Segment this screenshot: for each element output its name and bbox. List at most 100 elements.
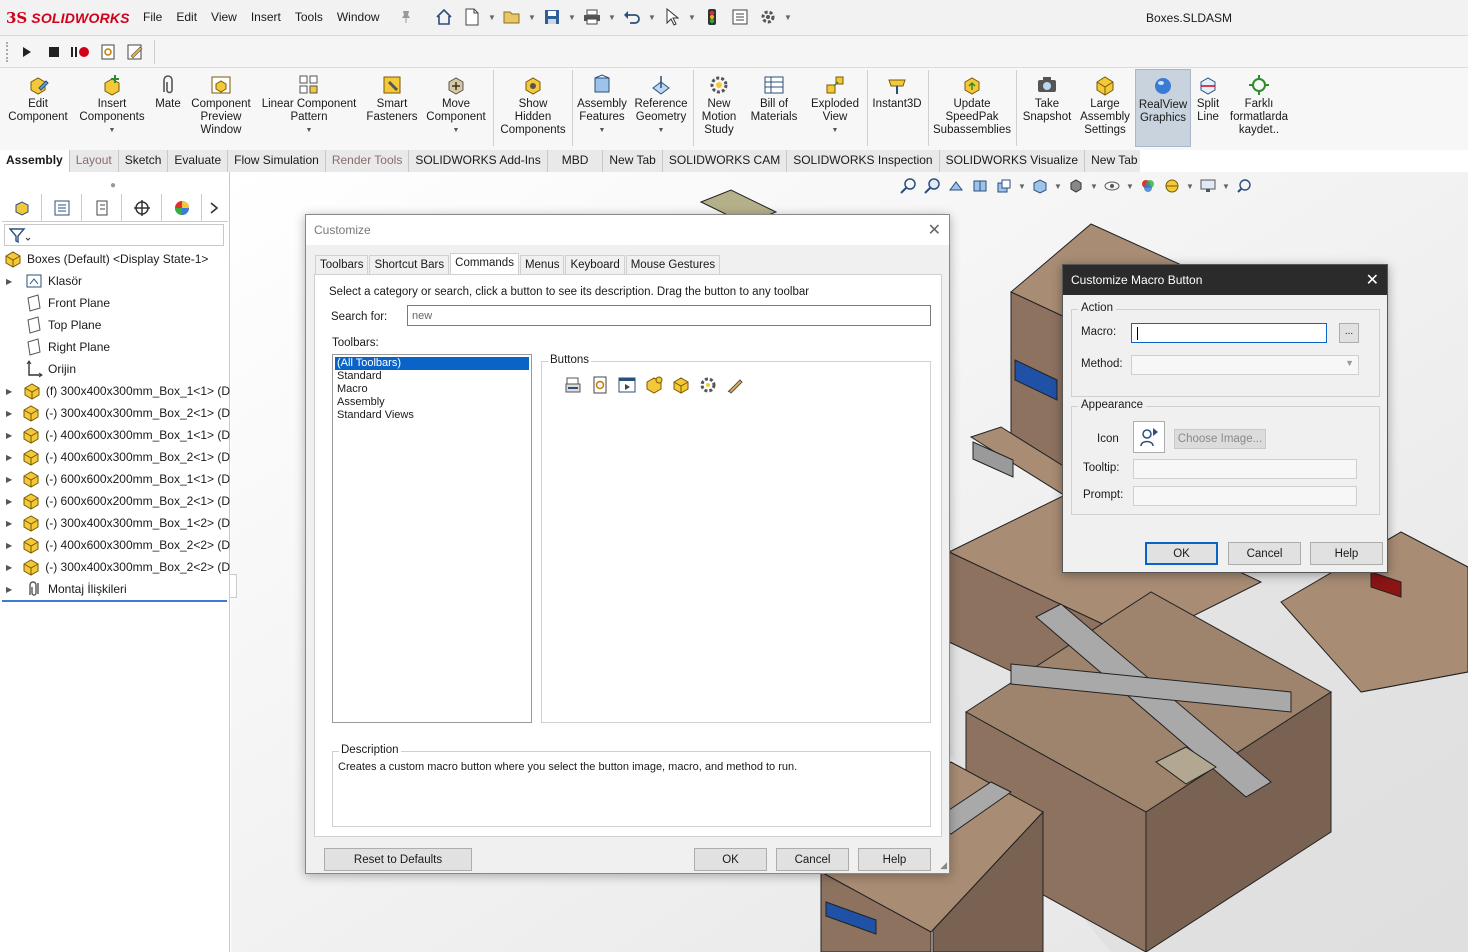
tab-assembly[interactable]: Assembly [0,150,70,172]
macro-icon-preview-button[interactable] [1133,421,1165,453]
new-motion-study-icon[interactable] [697,374,719,396]
chevron-down-icon[interactable]: ▼ [1222,182,1230,191]
list-item[interactable]: Standard Views [335,409,529,422]
chevron-down-icon[interactable]: ▼ [576,124,628,137]
menu-file[interactable]: File [143,10,162,24]
expand-arrow-icon[interactable]: ▶ [6,563,15,572]
undo-icon[interactable] [620,5,644,29]
panel-splitter-grip[interactable] [229,574,237,598]
menu-view[interactable]: View [211,10,237,24]
help-button[interactable]: Help [858,848,931,871]
stop-macro-icon[interactable] [43,41,65,63]
exploded-view-button[interactable]: Exploded View ▼ [806,72,864,137]
apply-scene-icon[interactable] [1162,176,1182,196]
menu-insert[interactable]: Insert [251,10,281,24]
customize-title-bar[interactable]: Customize ✕ [306,215,949,245]
configuration-manager-tab-icon[interactable] [82,194,122,222]
tree-root-assembly[interactable]: Boxes (Default) <Display State-1> [0,248,230,270]
chevron-down-icon[interactable]: ▼ [632,124,690,137]
edit-macro-icon[interactable] [124,41,146,63]
tab-render-tools[interactable]: Render Tools [325,150,410,172]
pin-icon[interactable] [400,10,412,27]
take-snapshot-button[interactable]: Take Snapshot [1020,72,1074,124]
feature-tree-tab-icon[interactable] [2,194,42,222]
expand-arrow-icon[interactable]: ▶ [6,585,18,594]
tree-item[interactable]: ▶ Montaj İlişkileri [0,578,230,600]
chevron-down-icon[interactable]: ▼ [1126,182,1134,191]
chevron-down-icon[interactable]: ▼ [1018,182,1026,191]
display-manager-tab-icon[interactable] [162,194,202,222]
assembly-features-button[interactable]: Assembly Features ▼ [576,72,628,137]
tab-evaluate[interactable]: Evaluate [168,150,229,172]
tree-item[interactable]: Right Plane [0,336,230,358]
toolbars-list[interactable]: (All Toolbars) Standard Macro Assembly S… [332,354,532,723]
tree-item[interactable]: ▶ (-) 400x600x300mm_Box_2<1> (D [0,446,230,468]
tab-commands[interactable]: Commands [450,253,519,274]
move-component-button[interactable]: Move Component ▼ [424,72,488,137]
print-icon[interactable] [580,5,604,29]
tab-new-tab-2[interactable]: New Tab [1085,150,1145,172]
expand-arrow-icon[interactable]: ▶ [6,387,16,396]
tree-item[interactable]: Front Plane [0,292,230,314]
smart-fasteners-button[interactable]: Smart Fasteners [364,72,420,124]
new-document-icon[interactable] [460,5,484,29]
new-3d-sketch-pencil-icon[interactable] [724,374,746,396]
chevron-down-icon[interactable]: ▼ [568,13,576,22]
open-folder-icon[interactable] [500,5,524,29]
new-drawing-print-icon[interactable] [562,374,584,396]
dimxpert-tab-icon[interactable] [122,194,162,222]
tree-item[interactable]: ▶ (-) 600x600x200mm_Box_1<1> (D [0,468,230,490]
zoom-to-fit-icon[interactable] [898,176,918,196]
section-view-icon[interactable] [970,176,990,196]
chevron-down-icon[interactable]: ▼ [648,13,656,22]
list-item[interactable]: Standard [335,370,529,383]
mate-button[interactable]: Mate [152,72,184,111]
insert-new-part-icon[interactable] [670,374,692,396]
tree-item[interactable]: ▶ (-) 400x600x300mm_Box_2<2> (D [0,534,230,556]
component-preview-window-button[interactable]: Component Preview Window [188,72,254,137]
chevron-down-icon[interactable]: ▼ [784,13,792,22]
options-gear-icon[interactable] [756,5,780,29]
toolbar-grip[interactable] [6,42,9,62]
menu-tools[interactable]: Tools [295,10,323,24]
tooltip-input[interactable] [1133,459,1357,479]
linear-component-pattern-button[interactable]: Linear Component Pattern ▼ [260,72,358,137]
chevron-down-icon[interactable]: ▼ [1186,182,1194,191]
insert-components-button[interactable]: Insert Components ▼ [76,72,148,137]
rotate-view-icon[interactable] [1234,176,1254,196]
tree-item[interactable]: ▶ (-) 400x600x300mm_Box_1<1> (D [0,424,230,446]
filter-funnel-icon[interactable] [8,228,31,247]
chevron-down-icon[interactable]: ▼ [488,13,496,22]
new-assembly-icon[interactable] [643,374,665,396]
chevron-right-icon[interactable] [202,194,226,222]
macro-help-button[interactable]: Help [1310,542,1383,565]
search-input[interactable] [407,305,931,326]
update-speedpak-button[interactable]: Update SpeedPak Subassemblies [932,72,1012,137]
macro-cancel-button[interactable]: Cancel [1228,542,1301,565]
bill-of-materials-button[interactable]: Bill of Materials [748,72,800,124]
prompt-input[interactable] [1133,486,1357,506]
expand-arrow-icon[interactable]: ▶ [6,431,15,440]
reset-to-defaults-button[interactable]: Reset to Defaults [324,848,472,871]
chevron-down-icon[interactable]: ▼ [1090,182,1098,191]
menu-window[interactable]: Window [337,10,380,24]
list-item[interactable]: Assembly [335,396,529,409]
tree-item[interactable]: ▶ (-) 300x400x300mm_Box_2<1> (D [0,402,230,424]
tree-item[interactable]: ▶ (f) 300x400x300mm_Box_1<1> (D [0,380,230,402]
tree-item[interactable]: ▶ (-) 300x400x300mm_Box_2<2> (D [0,556,230,578]
close-icon[interactable]: ✕ [928,220,941,240]
hide-show-items-icon[interactable] [1102,176,1122,196]
chevron-down-icon[interactable]: ▼ [76,124,148,137]
expand-arrow-icon[interactable]: ▶ [6,519,15,528]
split-line-button[interactable]: Split Line [1194,72,1222,124]
tab-mouse-gestures[interactable]: Mouse Gestures [625,255,721,274]
previous-view-icon[interactable] [946,176,966,196]
edit-appearance-icon[interactable] [1138,176,1158,196]
tree-filter-box[interactable] [4,224,224,246]
cancel-button[interactable]: Cancel [776,848,849,871]
new-macro-icon[interactable] [589,374,611,396]
chevron-down-icon[interactable]: ▼ [608,13,616,22]
list-item[interactable]: (All Toolbars) [334,356,530,371]
tab-sketch[interactable]: Sketch [118,150,169,172]
large-assembly-settings-button[interactable]: Large Assembly Settings [1078,72,1132,137]
